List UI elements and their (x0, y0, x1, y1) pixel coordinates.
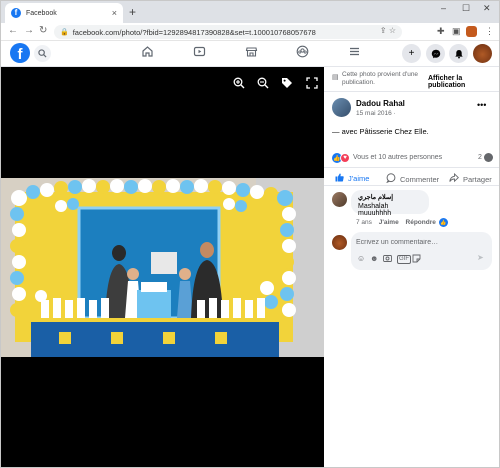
tab-title: Facebook (26, 9, 57, 17)
fullscreen-icon[interactable] (306, 77, 318, 92)
comment-like-reaction-icon: 👍 (439, 218, 448, 227)
comment-age[interactable]: 7 ans (356, 219, 372, 226)
address-url[interactable]: facebook.com/photo/?fbid=129289481739082… (73, 28, 316, 37)
groups-icon[interactable] (296, 45, 309, 61)
divider (324, 91, 499, 92)
home-icon[interactable] (141, 45, 154, 61)
minimize-button[interactable]: – (441, 3, 446, 13)
back-arrow-icon[interactable]: ← (8, 25, 18, 36)
view-publication-link[interactable]: Afficher la publication (428, 75, 499, 89)
comment-bubble-icon (386, 173, 396, 185)
zoom-in-icon[interactable] (233, 77, 245, 92)
comment-composer: ☺ ☻ GIF ➤ (351, 232, 492, 270)
lock-icon[interactable]: 🔒 (60, 28, 69, 36)
thumbs-up-icon (335, 173, 344, 184)
author-name[interactable]: Dadou Rahal (356, 99, 405, 108)
comment-meta: 7 ans J'aime Répondre (356, 219, 441, 226)
marketplace-icon[interactable] (245, 45, 258, 61)
share-label: Partager (463, 174, 492, 184)
emoji-icon[interactable]: ☻ (370, 254, 378, 263)
more-options-icon[interactable]: ••• (477, 100, 486, 110)
like-label: J'aime (348, 174, 370, 183)
address-bar[interactable]: 🔒 facebook.com/photo/?fbid=1292894817390… (54, 25, 402, 39)
photo-origin-text: Cette photo provient d'une publication. (342, 71, 419, 86)
zoom-out-icon[interactable] (257, 77, 269, 92)
gif-icon[interactable]: GIF (397, 255, 411, 264)
reactions-summary[interactable]: Vous et 10 autres personnes (353, 154, 442, 161)
share-star-icons[interactable]: ⇪ ☆ (380, 26, 396, 35)
sticker-avatar-icon[interactable]: ☺ (357, 254, 365, 263)
like-button[interactable]: J'aime (335, 173, 369, 184)
share-button[interactable]: Partager (449, 172, 492, 185)
search-icon[interactable] (34, 45, 51, 62)
new-tab-button[interactable]: + (129, 5, 136, 19)
facebook-logo-icon[interactable]: f (10, 43, 30, 63)
notifications-bell-icon[interactable] (449, 44, 468, 63)
comment-text: Mashalah muuuhhhh (358, 203, 392, 217)
tab-strip: f Facebook × + – ☐ ✕ (1, 1, 499, 23)
comment-label: Commenter (400, 174, 440, 184)
browser-window: f Facebook × + – ☐ ✕ ← → ↻ 🔒 facebook.co… (0, 0, 500, 468)
party-photo (1, 178, 324, 357)
maximize-button[interactable]: ☐ (462, 3, 470, 14)
account-avatar[interactable] (473, 44, 492, 63)
camera-icon[interactable] (383, 254, 392, 264)
comment-like-link[interactable]: J'aime (379, 219, 399, 226)
commenter-avatar[interactable] (332, 192, 347, 207)
menu-icon[interactable] (348, 45, 361, 61)
browser-toolbar: ← → ↻ 🔒 facebook.com/photo/?fbid=1292894… (1, 23, 499, 41)
facebook-favicon-icon: f (11, 8, 21, 18)
love-reaction-icon: ♥ (340, 153, 350, 163)
tab-facebook[interactable]: f Facebook × (5, 3, 123, 23)
menu-kebab-icon[interactable]: ⋮ (485, 26, 494, 37)
comments-count[interactable]: 2 (478, 154, 482, 161)
author-avatar[interactable] (332, 98, 351, 117)
profile-avatar-icon[interactable] (466, 26, 477, 37)
commenter-name[interactable]: إسلام ماجري (358, 193, 422, 201)
share-arrow-icon (449, 172, 459, 185)
close-tab-icon[interactable]: × (112, 8, 117, 18)
reload-icon[interactable]: ↻ (39, 25, 47, 36)
divider (324, 185, 499, 186)
sticker-icon[interactable] (412, 254, 421, 265)
forward-arrow-icon[interactable]: → (24, 25, 34, 36)
comment-bubble: إسلام ماجري Mashalah muuuhhhh (351, 190, 429, 217)
comments-icon[interactable] (484, 153, 493, 162)
divider (324, 167, 499, 168)
create-plus-button[interactable]: + (402, 44, 421, 63)
tag-icon[interactable] (281, 77, 293, 92)
comment-reply-link[interactable]: Répondre (406, 219, 436, 226)
post-date[interactable]: 15 mai 2016 · (356, 110, 396, 117)
send-icon[interactable]: ➤ (477, 253, 484, 262)
post-caption: — avec Pâtisserie Chez Elle. (332, 127, 429, 136)
extension-puzzle-icon[interactable]: ✚ (437, 26, 445, 37)
video-icon[interactable] (193, 45, 206, 61)
comment-input[interactable] (356, 236, 486, 248)
comment-button[interactable]: Commenter (386, 173, 439, 185)
split-view-icon[interactable]: ▣ (452, 26, 461, 37)
my-avatar[interactable] (332, 235, 347, 250)
messenger-icon[interactable] (426, 44, 445, 63)
close-window-button[interactable]: ✕ (483, 3, 491, 14)
